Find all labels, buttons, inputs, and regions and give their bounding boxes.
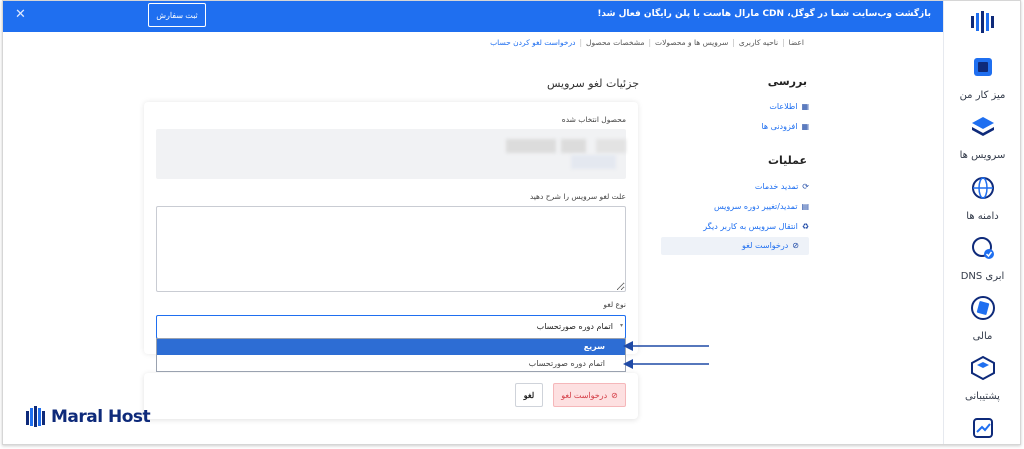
recycle-icon: ♻ <box>801 222 809 231</box>
logo-icon <box>26 406 45 427</box>
reason-label: علت لغو سرویس را شرح دهید <box>529 192 626 201</box>
layers-icon <box>971 117 994 136</box>
option-end-of-billing[interactable]: اتمام دوره صورتحساب <box>157 356 625 372</box>
ban-icon: ⊘ <box>611 390 618 400</box>
type-label: نوع لغو <box>603 300 626 309</box>
sidebar-item-label: مالی <box>972 331 993 342</box>
support-icon <box>970 355 995 381</box>
grid-icon: ▦ <box>801 102 809 111</box>
product-label: محصول انتخاب شده <box>561 115 626 124</box>
sidebar-item-finance[interactable]: مالی <box>944 295 1020 342</box>
breadcrumb-item[interactable]: اعضا <box>789 38 804 47</box>
sidebar-item-domains[interactable]: دامنه ها <box>944 175 1020 222</box>
sidebar-item-label: دامنه ها <box>966 211 999 222</box>
addons-link[interactable]: ▦ افزودنی ها <box>761 122 809 131</box>
sidebar-item-label: میز کار من <box>959 90 1006 101</box>
breadcrumb: اعضا | ناحیه کاربری | سرویس ها و محصولات… <box>490 38 804 47</box>
renew-services-label: تمدید خدمات <box>754 182 799 191</box>
logo-icon[interactable] <box>969 9 995 35</box>
request-cancel-button[interactable]: ⊘ درخواست لغو <box>553 383 626 407</box>
sidebar-item-services[interactable]: سرویس ها <box>944 114 1020 161</box>
chart-icon <box>972 418 993 438</box>
breadcrumb-current: درخواست لغو کردن حساب <box>490 38 576 47</box>
cancel-type-dropdown: سریع اتمام دوره صورتحساب <box>156 338 626 372</box>
change-period-label: تمدید/تغییر دوره سرویس <box>713 202 798 211</box>
sidebar-item-support[interactable]: پشتیبانی <box>944 355 1020 402</box>
addon-icon: ▦ <box>801 122 809 131</box>
review-panel: بررسی ▦ اطلاعات ▦ افزودنی ها عملیات ⟳ تم… <box>659 71 809 261</box>
banner-text: بازگشت وب‌سایت شما در گوگل، CDN مارال ها… <box>597 9 931 19</box>
page-title: جزئیات لغو سرویس <box>547 77 639 90</box>
transfer-service-label: انتقال سرویس به کاربر دیگر <box>703 222 798 231</box>
breadcrumb-item[interactable]: ناحیه کاربری <box>739 38 778 47</box>
sidebar-item-label: DNS ابری <box>960 271 1005 282</box>
refresh-icon: ⟳ <box>802 182 809 191</box>
pointer-arrow-icon <box>623 341 709 369</box>
review-title: بررسی <box>767 75 807 88</box>
dns-icon <box>971 237 994 259</box>
chevron-down-icon: ▾ <box>619 322 623 329</box>
cancel-request-label: درخواست لغو <box>742 241 789 250</box>
globe-icon <box>971 177 994 199</box>
wallet-icon <box>970 296 995 320</box>
sidebar-item-dns[interactable]: DNS ابری <box>944 235 1020 282</box>
calendar-icon: ▤ <box>801 202 809 211</box>
sidebar-item-more[interactable] <box>944 415 1020 444</box>
cancel-button[interactable]: لغو <box>515 383 543 407</box>
breadcrumb-item[interactable]: سرویس ها و محصولات <box>655 38 728 47</box>
desk-icon <box>973 58 992 76</box>
info-link[interactable]: ▦ اطلاعات <box>769 102 809 111</box>
cancel-type-value: اتمام دوره صورتحساب <box>536 322 613 331</box>
sidebar-item-label: سرویس ها <box>959 150 1006 161</box>
order-button[interactable]: ثبت سفارش <box>148 3 206 27</box>
addons-link-label: افزودنی ها <box>761 122 798 131</box>
sidebar: میز کار من سرویس ها دامنه ها DNS ابری ما… <box>943 1 1020 444</box>
operations-title: عملیات <box>767 154 807 167</box>
option-fast[interactable]: سریع <box>157 339 625 355</box>
sidebar-item-label: پشتیبانی <box>965 391 1000 402</box>
reason-textarea[interactable] <box>156 206 626 292</box>
renew-services-link[interactable]: ⟳ تمدید خدمات <box>755 182 809 191</box>
close-icon[interactable]: ✕ <box>15 7 26 22</box>
app-window: ✕ ثبت سفارش بازگشت وب‌سایت شما در گوگل، … <box>2 0 1021 445</box>
change-period-link[interactable]: ▤ تمدید/تغییر دوره سرویس <box>714 202 809 211</box>
cancel-request-link[interactable]: ⊘ درخواست لغو <box>742 241 799 250</box>
cancel-form-card: محصول انتخاب شده علت لغو سرویس را شرح ده… <box>144 102 638 354</box>
cancel-type-select[interactable]: ▾ اتمام دوره صورتحساب <box>156 315 626 339</box>
brand-logo: Maral Host <box>25 406 151 428</box>
actions-card: لغو ⊘ درخواست لغو <box>144 373 638 419</box>
breadcrumb-item[interactable]: مشخصات محصول <box>586 38 644 47</box>
promo-banner: ✕ ثبت سفارش بازگشت وب‌سایت شما در گوگل، … <box>3 1 943 32</box>
selected-product-box <box>156 129 626 179</box>
brand-name: Maral Host <box>51 407 151 427</box>
request-cancel-label: درخواست لغو <box>561 390 608 400</box>
sidebar-item-desk[interactable]: میز کار من <box>944 54 1020 101</box>
transfer-service-link[interactable]: ♻ انتقال سرویس به کاربر دیگر <box>703 222 809 231</box>
info-link-label: اطلاعات <box>769 102 798 111</box>
ban-icon: ⊘ <box>792 241 799 250</box>
